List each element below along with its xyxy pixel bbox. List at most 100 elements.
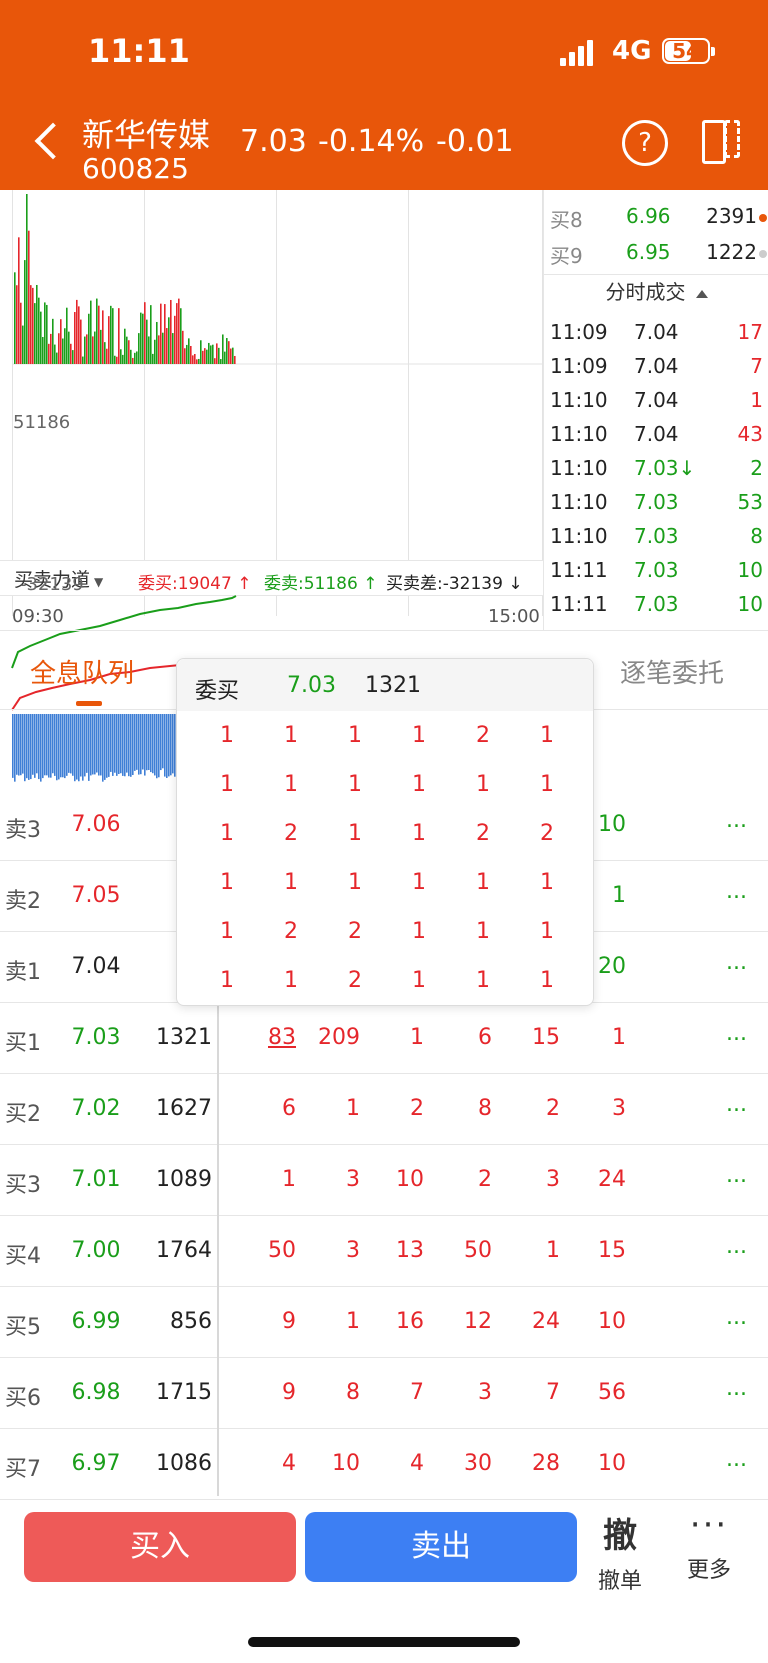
volume-bar bbox=[58, 333, 60, 364]
volume-bar bbox=[124, 328, 126, 364]
popup-cell: 1 bbox=[540, 870, 554, 895]
popup-cell: 1 bbox=[476, 968, 490, 993]
volume-bar bbox=[216, 343, 218, 364]
popup-cell: 1 bbox=[412, 723, 426, 748]
volume-bar bbox=[102, 310, 104, 364]
queue-cell: 1 bbox=[546, 1238, 560, 1263]
volume-bar bbox=[66, 307, 68, 364]
queue-row[interactable]: 买3 7.01 1089 1 3 10 2 3 24... bbox=[0, 1145, 768, 1216]
volume-bar bbox=[34, 303, 36, 364]
popup-cell: 1 bbox=[412, 870, 426, 895]
popup-cell: 1 bbox=[284, 723, 298, 748]
tick-row: 11:10 7.04 1 bbox=[550, 388, 763, 412]
diff-bar bbox=[118, 714, 120, 775]
diff-bar bbox=[56, 714, 58, 781]
volume-bar bbox=[190, 345, 192, 364]
queue-cell: 3 bbox=[546, 1167, 560, 1192]
tick-row: 11:09 7.04 17 bbox=[550, 320, 763, 344]
volume-bar bbox=[226, 338, 228, 364]
queue-cell: 3 bbox=[346, 1167, 360, 1192]
time-start: 09:30 bbox=[12, 606, 64, 627]
dot-icon bbox=[759, 250, 767, 258]
volume-bar bbox=[142, 313, 144, 364]
volume-bar bbox=[116, 356, 118, 364]
volume-bar bbox=[64, 328, 66, 364]
queue-cell: 28 bbox=[532, 1451, 560, 1476]
cancel-order-button[interactable]: 撤 撤单 bbox=[590, 1508, 650, 1598]
popup-cell: 1 bbox=[412, 968, 426, 993]
volume-bar bbox=[82, 356, 84, 364]
queue-cell: 8 bbox=[346, 1380, 360, 1405]
tick-header[interactable]: 分时成交 bbox=[544, 274, 768, 309]
diff-bar bbox=[58, 714, 60, 780]
stock-name: 新华传媒 bbox=[82, 116, 211, 154]
tab-orders[interactable]: 逐笔委托 bbox=[620, 653, 724, 690]
volume-bar bbox=[234, 355, 236, 364]
queue-row[interactable]: 买6 6.98 1715 9 8 7 3 7 56... bbox=[0, 1358, 768, 1429]
tick-row: 11:09 7.04 7 bbox=[550, 354, 763, 378]
more-icon: ... bbox=[726, 1234, 747, 1259]
volume-bar bbox=[182, 330, 184, 364]
popup-cell: 1 bbox=[540, 968, 554, 993]
diff-bar bbox=[16, 714, 18, 775]
home-indicator bbox=[248, 1637, 520, 1647]
tick-row: 11:10 7.03 53 bbox=[550, 490, 763, 514]
diff-bar bbox=[54, 714, 56, 776]
popup-cell: 1 bbox=[412, 772, 426, 797]
diff-bar bbox=[134, 714, 136, 771]
volume-bar bbox=[200, 340, 202, 364]
tab-underline bbox=[76, 701, 102, 706]
bid-row: 买9 6.95 1222 bbox=[544, 234, 768, 270]
queue-cell: 1 bbox=[612, 1025, 626, 1050]
volume-bar bbox=[222, 334, 224, 364]
volume-bar bbox=[36, 284, 38, 364]
popup-cell: 1 bbox=[220, 919, 234, 944]
queue-cell: 24 bbox=[532, 1309, 560, 1334]
buy-button[interactable]: 买入 bbox=[24, 1512, 296, 1582]
volume-chart bbox=[12, 194, 543, 365]
queue-row[interactable]: 买4 7.00 1764 50 3 13 50 1 15... bbox=[0, 1216, 768, 1287]
diff-bar bbox=[26, 714, 28, 779]
volume-bar bbox=[80, 319, 82, 364]
volume-bar bbox=[114, 355, 116, 364]
volume-bar bbox=[210, 345, 212, 364]
queue-cell: 16 bbox=[396, 1309, 424, 1334]
volume-bar bbox=[56, 352, 58, 364]
queue-row[interactable]: 买1 7.03 1321 83 209 1 6 15 1... bbox=[0, 1003, 768, 1074]
volume-bar bbox=[156, 321, 158, 364]
popup-cell: 1 bbox=[220, 772, 234, 797]
battery-icon: 54 bbox=[662, 38, 715, 64]
diff-bar bbox=[110, 714, 112, 772]
volume-bar bbox=[50, 333, 52, 364]
volume-bar bbox=[96, 298, 98, 364]
more-button[interactable]: ··· 更多 bbox=[676, 1508, 742, 1598]
more-icon: ... bbox=[726, 1376, 747, 1401]
tab-queue[interactable]: 全息队列 bbox=[30, 653, 134, 690]
back-icon[interactable] bbox=[26, 116, 62, 168]
diff-bar bbox=[114, 714, 116, 773]
diff-bar bbox=[82, 714, 84, 781]
tick-row: 11:10 7.04 43 bbox=[550, 422, 763, 446]
help-icon[interactable]: ? bbox=[622, 120, 668, 166]
volume-bar bbox=[68, 331, 70, 364]
layout-switch-icon[interactable] bbox=[700, 118, 742, 164]
queue-cell: 1 bbox=[410, 1025, 424, 1050]
volume-bar bbox=[98, 305, 100, 364]
volume-bar bbox=[48, 343, 50, 364]
diff-bar bbox=[144, 714, 146, 776]
diff-bar bbox=[166, 714, 168, 778]
queue-cell: 3 bbox=[346, 1238, 360, 1263]
volume-bar bbox=[206, 349, 208, 364]
stock-change-percent: -0.14% bbox=[318, 124, 425, 159]
queue-row[interactable]: 买2 7.02 1627 6 1 2 8 2 3... bbox=[0, 1074, 768, 1145]
volume-bar bbox=[128, 340, 130, 364]
volume-bar bbox=[162, 332, 164, 364]
sell-button[interactable]: 卖出 bbox=[305, 1512, 577, 1582]
volume-bar bbox=[154, 339, 156, 364]
order-book-panel: 买8 6.96 2391 买9 6.95 1222 分时成交 11:09 7.04 17 11… bbox=[543, 190, 768, 630]
queue-row[interactable]: 买7 6.97 1086 4 10 4 30 28 10... bbox=[0, 1429, 768, 1500]
volume-bar bbox=[188, 338, 190, 364]
queue-row[interactable]: 买5 6.99 856 9 1 16 12 24 10... bbox=[0, 1287, 768, 1358]
volume-bar bbox=[204, 348, 206, 364]
diff-bar bbox=[86, 714, 88, 773]
